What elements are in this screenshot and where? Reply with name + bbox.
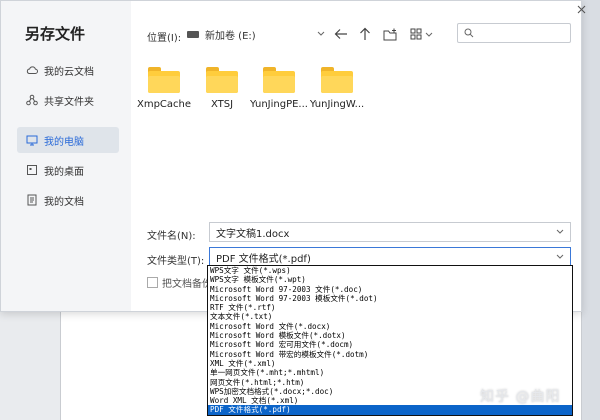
folder-name: YunJingW... — [309, 99, 365, 110]
folder-item[interactable]: YunJingPE... — [250, 67, 308, 117]
sidebar-item-label: 我的云文档 — [44, 66, 94, 78]
sidebar-item-my-computer[interactable]: 我的电脑 — [17, 127, 119, 153]
folder-name: XTSJ — [210, 99, 234, 110]
new-folder-icon — [383, 28, 397, 40]
folder-item[interactable]: YunJingW... — [310, 67, 364, 117]
sidebar: 另存文件 我的云文档 共享文件夹 我的电脑 我的桌面 我的文档 — [1, 1, 131, 311]
filetype-option[interactable]: Microsoft Word 文件(*.docx) — [208, 322, 572, 331]
sidebar-item-label: 我的电脑 — [44, 136, 84, 148]
arrow-up-icon — [360, 27, 370, 40]
folder-icon — [263, 67, 295, 93]
folder-item[interactable]: XmpCache — [137, 67, 191, 117]
filetype-option-selected[interactable]: PDF 文件格式(*.pdf) — [208, 405, 572, 415]
document-icon — [26, 194, 38, 206]
drive-icon — [187, 30, 199, 38]
filename-field[interactable]: 文字文稿1.docx — [209, 222, 571, 242]
folder-icon — [148, 67, 180, 93]
filetype-option[interactable]: Microsoft Word 宏可用文件(*.docm) — [208, 340, 572, 349]
backup-checkbox[interactable] — [147, 277, 158, 288]
filename-label: 文件名(N): — [147, 231, 196, 242]
search-input[interactable] — [478, 26, 562, 40]
sidebar-item-label: 我的文档 — [44, 196, 84, 208]
new-folder-button[interactable] — [382, 26, 398, 42]
filetype-value: PDF 文件格式(*.pdf) — [216, 253, 311, 265]
chevron-down-icon — [317, 29, 325, 40]
share-icon — [26, 94, 38, 106]
computer-icon — [26, 134, 38, 146]
desktop-icon — [26, 164, 38, 176]
cloud-icon — [26, 64, 38, 76]
filetype-option[interactable]: Microsoft Word 97-2003 模板文件(*.dot) — [208, 294, 572, 303]
filetype-select[interactable]: PDF 文件格式(*.pdf) — [209, 247, 571, 267]
location-value: 新加卷 (E:) — [205, 30, 256, 42]
folder-name: YunJingPE... — [250, 99, 308, 110]
location-label: 位置(I): — [147, 33, 182, 44]
filetype-option[interactable]: Microsoft Word 97-2003 文件(*.doc) — [208, 285, 572, 294]
search-box[interactable] — [457, 23, 571, 43]
grid-view-icon — [410, 28, 433, 40]
folder-icon — [206, 67, 238, 93]
watermark: 知乎 @曲阳 — [480, 389, 561, 405]
filetype-option[interactable]: 单一网页文件(*.mht;*.mhtml) — [208, 368, 572, 377]
background-left-strip — [0, 312, 60, 420]
location-select[interactable]: 新加卷 (E:) — [187, 23, 325, 45]
chevron-down-icon — [556, 252, 564, 263]
folder-name: XmpCache — [136, 99, 192, 110]
filetype-option[interactable]: 文本文件(*.txt) — [208, 312, 572, 321]
close-button[interactable] — [577, 5, 586, 17]
sidebar-item-shared-folder[interactable]: 共享文件夹 — [17, 87, 119, 113]
filename-value: 文字文稿1.docx — [216, 228, 290, 240]
close-icon — [577, 5, 586, 14]
sidebar-item-cloud-docs[interactable]: 我的云文档 — [17, 57, 119, 83]
filetype-option[interactable]: XML 文件(*.xml) — [208, 359, 572, 368]
sidebar-item-my-documents[interactable]: 我的文档 — [17, 187, 119, 213]
view-mode-button[interactable] — [409, 26, 435, 42]
folder-icon — [321, 67, 353, 93]
filetype-option[interactable]: WPS文字 文件(*.wps) — [208, 266, 572, 275]
sidebar-item-label: 我的桌面 — [44, 166, 84, 178]
dialog-title: 另存文件 — [25, 25, 86, 43]
up-button[interactable] — [357, 26, 373, 42]
back-button[interactable] — [333, 26, 349, 42]
filetype-option[interactable]: Microsoft Word 模板文件(*.dotx) — [208, 331, 572, 340]
folder-item[interactable]: XTSJ — [195, 67, 249, 117]
chevron-down-icon — [556, 227, 564, 238]
sidebar-item-my-desktop[interactable]: 我的桌面 — [17, 157, 119, 183]
filetype-option[interactable]: WPS文字 模板文件(*.wpt) — [208, 275, 572, 284]
search-icon — [464, 28, 474, 38]
filetype-label: 文件类型(T): — [147, 256, 205, 267]
arrow-left-icon — [334, 29, 347, 39]
filetype-option[interactable]: Microsoft Word 带宏的模板文件(*.dotm) — [208, 350, 572, 359]
sidebar-item-label: 共享文件夹 — [44, 96, 94, 108]
